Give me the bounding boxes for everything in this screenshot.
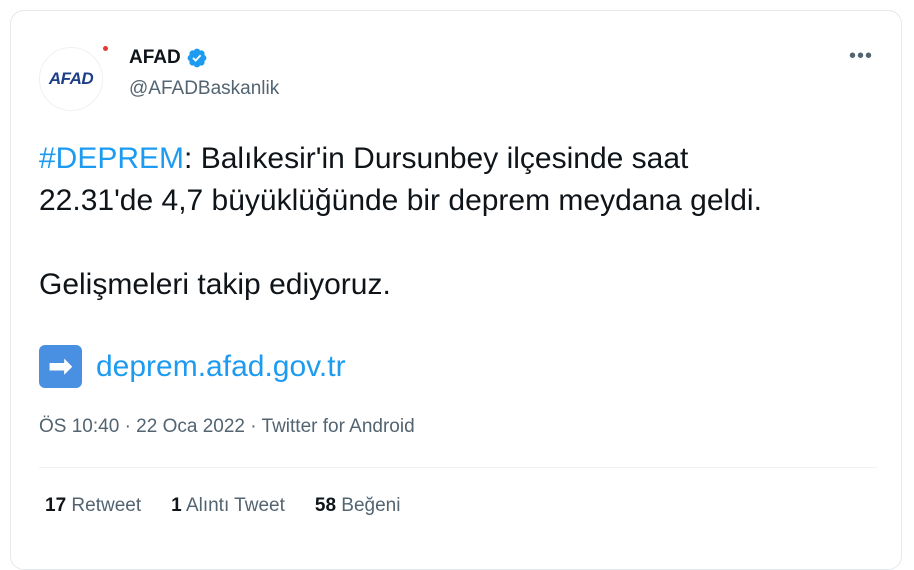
tweet-line-3: Gelişmeleri takip ediyoruz. (39, 268, 391, 301)
tweet-line-1-text: : Balıkesir'in Dursunbey ilçesinde saat (184, 142, 689, 175)
author-name-row: AFAD (129, 47, 208, 69)
tweet-line-1: #DEPREM: Balıkesir'in Dursunbey ilçesind… (39, 138, 889, 180)
likes-stat[interactable]: 58 Beğeni (315, 495, 401, 517)
retweets-label: Retweet (71, 495, 142, 516)
tweet-metadata: ÖS 10:40 · 22 Oca 2022 · Twitter for And… (39, 416, 415, 438)
author-handle[interactable]: @AFADBaskanlik (129, 78, 279, 100)
right-arrow-icon: ➡ (39, 345, 82, 388)
meta-separator: · (250, 416, 257, 437)
link-row: ➡ deprem.afad.gov.tr (39, 345, 346, 388)
more-options-icon[interactable]: ••• (849, 45, 873, 68)
avatar-logo-text: AFAD (48, 69, 94, 88)
retweets-stat[interactable]: 17 Retweet (45, 495, 141, 517)
hashtag-link[interactable]: #DEPREM (39, 142, 184, 175)
tweet-text: #DEPREM: Balıkesir'in Dursunbey ilçesind… (39, 138, 889, 306)
likes-count: 58 (314, 495, 337, 516)
tweet-line-2: 22.31'de 4,7 büyüklüğünde bir deprem mey… (39, 184, 762, 217)
quotes-count: 1 (171, 495, 182, 516)
verified-badge-icon (186, 47, 208, 69)
tweet-source: Twitter for Android (261, 416, 415, 437)
divider (39, 467, 877, 468)
meta-separator: · (124, 416, 131, 437)
tweet-time[interactable]: ÖS 10:40 (39, 416, 119, 437)
avatar[interactable]: AFAD (39, 46, 108, 111)
external-link[interactable]: deprem.afad.gov.tr (96, 350, 346, 384)
quotes-stat[interactable]: 1 Alıntı Tweet (171, 495, 285, 517)
likes-label: Beğeni (341, 495, 401, 516)
retweets-count: 17 (45, 495, 67, 516)
engagement-stats: 17 Retweet 1 Alıntı Tweet 58 Beğeni (45, 495, 400, 517)
author-name[interactable]: AFAD (129, 47, 181, 69)
avatar-logo-dot (103, 46, 108, 51)
tweet-card: AFAD AFAD @AFADBaskanlik ••• #DEPREM: Ba… (10, 10, 902, 570)
tweet-date[interactable]: 22 Oca 2022 (136, 416, 245, 437)
quotes-label: Alıntı Tweet (185, 495, 285, 516)
